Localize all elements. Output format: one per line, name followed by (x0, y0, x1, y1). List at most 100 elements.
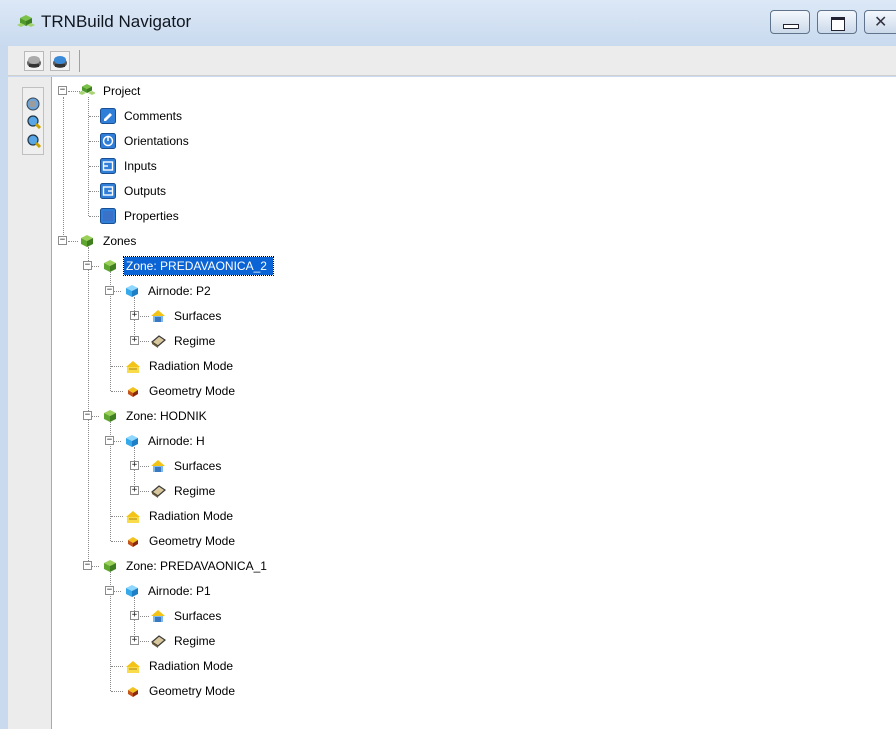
surfaces-icon (151, 460, 165, 472)
tree-node-label: Radiation Mode (149, 359, 234, 373)
close-button[interactable] (864, 10, 896, 34)
side-toolbar (8, 77, 52, 729)
tree-node-label: Surfaces (174, 309, 222, 323)
tree-node-zones[interactable]: Zones (79, 231, 138, 251)
tree-node-label: Airnode: P1 (148, 584, 211, 598)
tree-node-label: Zone: PREDAVAONICA_1 (126, 559, 267, 573)
tree-node-geometry-mode[interactable]: Geometry Mode (125, 381, 237, 401)
tree-line (88, 97, 89, 216)
tree-line (89, 141, 99, 142)
maximize-button[interactable] (817, 10, 857, 34)
regime-icon (151, 335, 166, 348)
tree-line (88, 247, 89, 567)
navigator-tree[interactable]: − Project Comments Orientations Inputs O… (52, 77, 896, 729)
tree-node-zone[interactable]: Zone: PREDAVAONICA_1 (102, 556, 269, 576)
tree-node-radiation-mode[interactable]: Radiation Mode (125, 656, 235, 676)
tree-line (63, 97, 64, 243)
tree-node-label: Radiation Mode (149, 509, 234, 523)
tree-node-surfaces[interactable]: Surfaces (150, 606, 223, 626)
window-title: TRNBuild Navigator (41, 12, 192, 31)
surfaces-expander-collapsed[interactable]: + (130, 311, 139, 320)
tree-node-outputs[interactable]: Outputs (100, 181, 168, 201)
project-expander[interactable]: − (58, 86, 67, 95)
side-button-group (22, 87, 44, 155)
surfaces-icon (151, 310, 165, 322)
tree-node-label: Geometry Mode (149, 384, 236, 398)
tree-node-label: Inputs (124, 159, 157, 173)
tree-node-geometry-mode[interactable]: Geometry Mode (125, 531, 237, 551)
tree-node-comments[interactable]: Comments (100, 106, 184, 126)
tree-node-regime[interactable]: Regime (150, 331, 217, 351)
tree-node-surfaces[interactable]: Surfaces (150, 456, 223, 476)
view-button[interactable] (25, 96, 42, 113)
airnode-icon (126, 435, 138, 447)
open-zone-icon (53, 56, 67, 68)
tree-node-radiation-mode[interactable]: Radiation Mode (125, 356, 235, 376)
tree-node-geometry-mode[interactable]: Geometry Mode (125, 681, 237, 701)
tree-node-label: Radiation Mode (149, 659, 234, 673)
tree-node-zone[interactable]: Zone: PREDAVAONICA_2 (102, 256, 274, 276)
regime-expander-collapsed[interactable]: + (130, 486, 139, 495)
geometry-mode-icon (128, 537, 138, 547)
regime-expander-collapsed[interactable]: + (130, 336, 139, 345)
properties-icon (100, 208, 116, 224)
tree-line (111, 691, 123, 692)
tree-node-inputs[interactable]: Inputs (100, 156, 159, 176)
tree-node-label: Orientations (124, 134, 189, 148)
comments-icon (100, 108, 116, 124)
radiation-mode-icon (126, 361, 140, 373)
open-project-icon (27, 56, 41, 68)
radiation-mode-icon (126, 661, 140, 673)
regime-expander-collapsed[interactable]: + (130, 636, 139, 645)
radiation-mode-icon (126, 511, 140, 523)
orientations-icon (100, 133, 116, 149)
tree-line (111, 391, 123, 392)
airnode-expander[interactable]: − (105, 586, 114, 595)
tree-node-zone[interactable]: Zone: HODNIK (102, 406, 209, 426)
zoom-in-icon (27, 115, 42, 130)
surfaces-expander-collapsed[interactable]: + (130, 461, 139, 470)
tree-node-label: Properties (124, 209, 179, 223)
tree-line (111, 541, 123, 542)
surfaces-icon (151, 610, 165, 622)
main-toolbar (8, 46, 896, 76)
inputs-icon (100, 158, 116, 174)
open-zone-button[interactable] (50, 51, 70, 71)
zone-expander[interactable]: − (83, 411, 92, 420)
airnode-expander[interactable]: − (105, 436, 114, 445)
tree-node-label: Surfaces (174, 609, 222, 623)
tree-node-airnode[interactable]: Airnode: H (124, 431, 207, 451)
tree-node-regime[interactable]: Regime (150, 631, 217, 651)
airnode-icon (126, 285, 138, 297)
geometry-mode-icon (128, 387, 138, 397)
title-bar: TRNBuild Navigator (0, 0, 896, 46)
tree-node-label: Surfaces (174, 459, 222, 473)
zone-expander[interactable]: − (83, 261, 92, 270)
tree-node-radiation-mode[interactable]: Radiation Mode (125, 506, 235, 526)
tree-node-label: Comments (124, 109, 183, 123)
airnode-expander[interactable]: − (105, 286, 114, 295)
tree-line (68, 241, 78, 242)
view-icon (26, 97, 40, 111)
tree-node-airnode[interactable]: Airnode: P2 (124, 281, 213, 301)
zoom-out-icon (27, 134, 42, 149)
zone-expander[interactable]: − (83, 561, 92, 570)
zoom-in-button[interactable] (25, 114, 42, 131)
tree-node-airnode[interactable]: Airnode: P1 (124, 581, 213, 601)
tree-node-properties[interactable]: Properties (100, 206, 181, 226)
geometry-mode-icon (128, 687, 138, 697)
tree-node-project[interactable]: Project (79, 81, 142, 101)
minimize-button[interactable] (770, 10, 810, 34)
tree-node-orientations[interactable]: Orientations (100, 131, 191, 151)
tree-node-label: Outputs (124, 184, 167, 198)
tree-line (89, 116, 99, 117)
zoom-out-button[interactable] (25, 133, 42, 150)
tree-node-surfaces[interactable]: Surfaces (150, 306, 223, 326)
surfaces-expander-collapsed[interactable]: + (130, 611, 139, 620)
tree-node-regime[interactable]: Regime (150, 481, 217, 501)
trnbuild-app-icon (17, 15, 35, 27)
open-project-button[interactable] (24, 51, 44, 71)
project-icon (79, 84, 95, 95)
zones-expander[interactable]: − (58, 236, 67, 245)
tree-node-label: Geometry Mode (149, 534, 236, 548)
